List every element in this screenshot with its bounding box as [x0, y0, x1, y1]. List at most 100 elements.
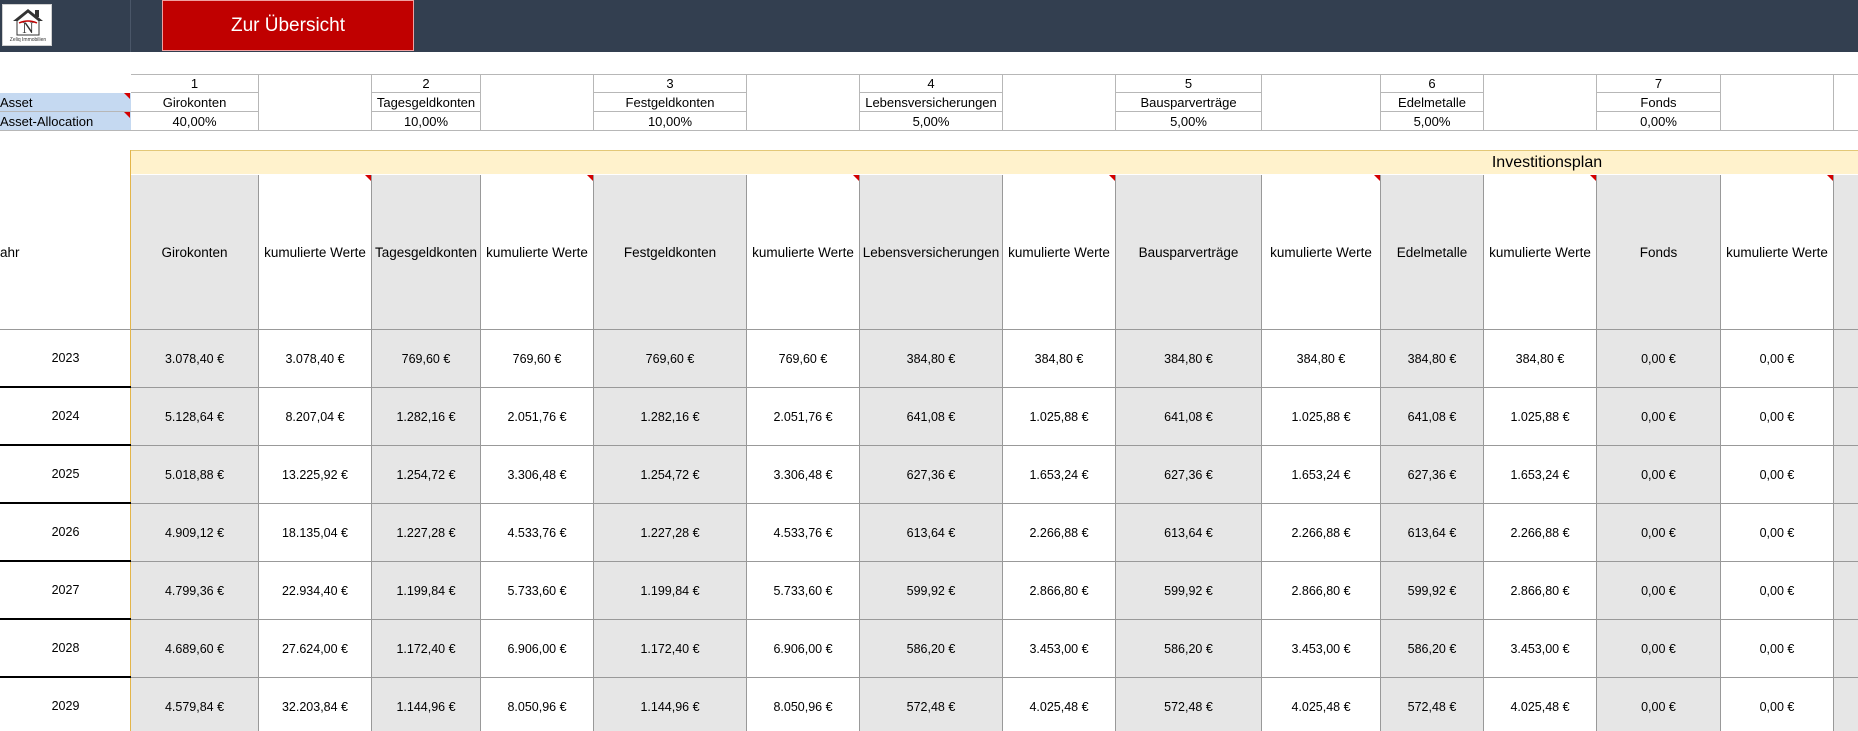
- asset-column-header[interactable]: Tagesgeldkonten: [372, 175, 481, 330]
- value-cell[interactable]: 0,00 €: [1597, 330, 1721, 388]
- cumulative-value-cell[interactable]: 6.906,00 €: [481, 620, 594, 678]
- value-cell[interactable]: 0,00 €: [1597, 562, 1721, 620]
- cumulative-value-cell[interactable]: 2.866,80 €: [1003, 562, 1116, 620]
- cumulative-value-cell[interactable]: 32.203,84 €: [259, 678, 372, 731]
- cumulative-value-cell[interactable]: 769,60 €: [481, 330, 594, 388]
- asset-number-cell[interactable]: 7: [1597, 74, 1721, 93]
- cumulative-value-cell[interactable]: 1.653,24 €: [1262, 446, 1381, 504]
- cumulative-value-cell[interactable]: 2.866,80 €: [1484, 562, 1597, 620]
- asset-number-cell[interactable]: 2: [372, 74, 481, 93]
- asset-number-cell[interactable]: 3: [594, 74, 747, 93]
- year-cell[interactable]: 2029: [0, 678, 131, 731]
- value-cell[interactable]: 384,80 €: [1381, 330, 1484, 388]
- asset-number-cell[interactable]: 6: [1381, 74, 1484, 93]
- value-cell[interactable]: 0,00 €: [1597, 504, 1721, 562]
- cumulative-value-cell[interactable]: 0,00 €: [1721, 388, 1834, 446]
- asset-name-cell[interactable]: Girokonten: [131, 93, 259, 112]
- blank-cell[interactable]: [1003, 74, 1116, 131]
- company-logo[interactable]: N Zeliq Immobilien: [2, 4, 52, 46]
- asset-allocation-cell[interactable]: 0,00%: [1597, 112, 1721, 131]
- cumulative-value-cell[interactable]: 27.624,00 €: [259, 620, 372, 678]
- cumulative-value-cell[interactable]: 0,00 €: [1721, 678, 1834, 731]
- asset-allocation-cell[interactable]: 5,00%: [1381, 112, 1484, 131]
- cumulative-value-cell[interactable]: 3.306,48 €: [481, 446, 594, 504]
- cumulative-value-cell[interactable]: 8.050,96 €: [481, 678, 594, 731]
- cumulative-column-header[interactable]: kumulierte Werte: [259, 175, 372, 330]
- cumulative-value-cell[interactable]: 0,00 €: [1721, 620, 1834, 678]
- value-cell[interactable]: 572,48 €: [860, 678, 1003, 731]
- value-cell[interactable]: 599,92 €: [860, 562, 1003, 620]
- cumulative-value-cell[interactable]: 769,60 €: [747, 330, 860, 388]
- cumulative-value-cell[interactable]: 4.533,76 €: [481, 504, 594, 562]
- cumulative-column-header[interactable]: kumulierte Werte: [1262, 175, 1381, 330]
- value-cell[interactable]: 1.282,16 €: [372, 388, 481, 446]
- value-cell[interactable]: 613,64 €: [1381, 504, 1484, 562]
- value-cell[interactable]: 1.172,40 €: [594, 620, 747, 678]
- cumulative-value-cell[interactable]: 3.453,00 €: [1484, 620, 1597, 678]
- cumulative-value-cell[interactable]: 4.025,48 €: [1484, 678, 1597, 731]
- value-cell[interactable]: [1834, 678, 1858, 731]
- cumulative-value-cell[interactable]: 384,80 €: [1262, 330, 1381, 388]
- cumulative-value-cell[interactable]: 18.135,04 €: [259, 504, 372, 562]
- value-cell[interactable]: 769,60 €: [594, 330, 747, 388]
- value-cell[interactable]: 586,20 €: [1116, 620, 1262, 678]
- value-cell[interactable]: 4.689,60 €: [131, 620, 259, 678]
- year-cell[interactable]: 2028: [0, 620, 131, 678]
- value-cell[interactable]: [1834, 446, 1858, 504]
- cumulative-value-cell[interactable]: 5.733,60 €: [481, 562, 594, 620]
- value-cell[interactable]: 599,92 €: [1116, 562, 1262, 620]
- value-cell[interactable]: 599,92 €: [1381, 562, 1484, 620]
- value-cell[interactable]: 769,60 €: [372, 330, 481, 388]
- cumulative-value-cell[interactable]: 4.025,48 €: [1003, 678, 1116, 731]
- cumulative-value-cell[interactable]: 3.078,40 €: [259, 330, 372, 388]
- asset-allocation-cell[interactable]: 10,00%: [594, 112, 747, 131]
- value-cell[interactable]: [1834, 388, 1858, 446]
- year-column-header[interactable]: ahr: [0, 175, 131, 330]
- cumulative-column-header[interactable]: kumulierte Werte: [1003, 175, 1116, 330]
- cumulative-value-cell[interactable]: 0,00 €: [1721, 446, 1834, 504]
- asset-number-cell[interactable]: 1: [131, 74, 259, 93]
- cumulative-value-cell[interactable]: 3.453,00 €: [1003, 620, 1116, 678]
- blank-cell[interactable]: [481, 74, 594, 131]
- cumulative-column-header[interactable]: kumulierte Werte: [1484, 175, 1597, 330]
- cumulative-value-cell[interactable]: 1.653,24 €: [1484, 446, 1597, 504]
- value-cell[interactable]: 1.144,96 €: [372, 678, 481, 731]
- cumulative-value-cell[interactable]: 384,80 €: [1484, 330, 1597, 388]
- asset-name-cell[interactable]: Tagesgeldkonten: [372, 93, 481, 112]
- cumulative-value-cell[interactable]: 1.653,24 €: [1003, 446, 1116, 504]
- blank-cell[interactable]: [1484, 74, 1597, 131]
- cumulative-value-cell[interactable]: 4.025,48 €: [1262, 678, 1381, 731]
- year-cell[interactable]: 2024: [0, 388, 131, 446]
- asset-column-header[interactable]: Edelmetalle: [1381, 175, 1484, 330]
- value-cell[interactable]: 1.144,96 €: [594, 678, 747, 731]
- value-cell[interactable]: 5.128,64 €: [131, 388, 259, 446]
- asset-name-cell[interactable]: Edelmetalle: [1381, 93, 1484, 112]
- blank-cell[interactable]: [1721, 74, 1834, 131]
- value-cell[interactable]: 613,64 €: [1116, 504, 1262, 562]
- year-cell[interactable]: 2026: [0, 504, 131, 562]
- value-cell[interactable]: 586,20 €: [1381, 620, 1484, 678]
- value-cell[interactable]: 3.078,40 €: [131, 330, 259, 388]
- value-cell[interactable]: [1834, 504, 1858, 562]
- value-cell[interactable]: 641,08 €: [1381, 388, 1484, 446]
- asset-allocation-cell[interactable]: 10,00%: [372, 112, 481, 131]
- cumulative-value-cell[interactable]: 2.266,88 €: [1262, 504, 1381, 562]
- year-cell[interactable]: 2027: [0, 562, 131, 620]
- value-cell[interactable]: 572,48 €: [1116, 678, 1262, 731]
- cumulative-value-cell[interactable]: 22.934,40 €: [259, 562, 372, 620]
- cumulative-value-cell[interactable]: 0,00 €: [1721, 504, 1834, 562]
- cumulative-value-cell[interactable]: 2.051,76 €: [747, 388, 860, 446]
- value-cell[interactable]: 0,00 €: [1597, 388, 1721, 446]
- cumulative-value-cell[interactable]: 8.207,04 €: [259, 388, 372, 446]
- value-cell[interactable]: 1.254,72 €: [372, 446, 481, 504]
- year-cell[interactable]: 2025: [0, 446, 131, 504]
- value-cell[interactable]: 4.909,12 €: [131, 504, 259, 562]
- cumulative-value-cell[interactable]: 1.025,88 €: [1003, 388, 1116, 446]
- asset-row-label[interactable]: Asset: [0, 93, 131, 112]
- asset-column-header[interactable]: Fonds: [1597, 175, 1721, 330]
- value-cell[interactable]: 627,36 €: [1381, 446, 1484, 504]
- value-cell[interactable]: 1.199,84 €: [594, 562, 747, 620]
- value-cell[interactable]: 4.579,84 €: [131, 678, 259, 731]
- value-cell[interactable]: 613,64 €: [860, 504, 1003, 562]
- asset-allocation-cell[interactable]: 5,00%: [1116, 112, 1262, 131]
